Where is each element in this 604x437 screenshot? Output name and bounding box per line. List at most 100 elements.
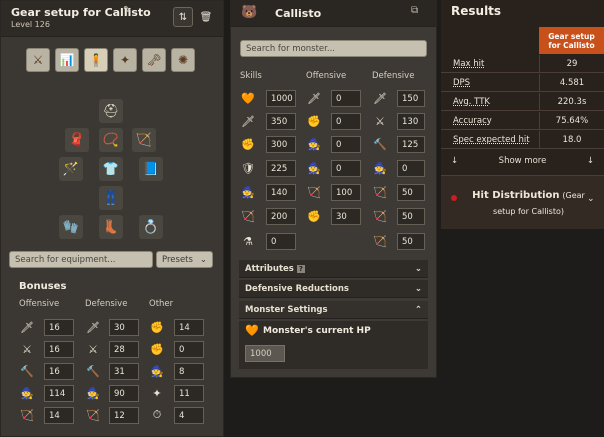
- defensive-input[interactable]: 130: [397, 113, 425, 130]
- help-icon[interactable]: ?: [296, 264, 305, 273]
- chevron-down-icon: ⌄: [199, 254, 207, 265]
- monster-search-input[interactable]: Search for monster...: [240, 40, 427, 57]
- result-row-accuracy: Accuracy 75.64%: [441, 112, 604, 130]
- loadout-icon[interactable]: ⇅: [173, 7, 193, 27]
- ring-slot-icon[interactable]: 💍: [139, 215, 163, 239]
- chevron-down-icon: ⌄: [587, 194, 595, 204]
- skill-input[interactable]: 350: [266, 113, 296, 130]
- crush-def-icon: 🔨: [86, 364, 100, 378]
- helmet-slot-icon[interactable]: ⛑: [99, 99, 123, 123]
- cape-slot-icon[interactable]: 🧣: [65, 128, 89, 152]
- defensive-reductions-accordion[interactable]: Defensive Reductions ⌄: [239, 280, 428, 298]
- show-more-button[interactable]: ↓ Show more ↓: [441, 152, 604, 170]
- bonus-value: 30: [109, 319, 139, 336]
- defensive-input[interactable]: 150: [397, 90, 425, 107]
- results-column-header: Gear setup for Callisto: [539, 27, 604, 54]
- attack-icon: 🗡: [241, 114, 255, 128]
- offensive-input[interactable]: 0: [331, 136, 361, 153]
- equipment-tab-icon[interactable]: 🧍: [84, 48, 108, 72]
- gear-tabs: ⚔ 📊 🧍 ✦ 🗝 ✺: [26, 48, 195, 72]
- stab-icon: 🗡: [20, 320, 34, 334]
- skill-input[interactable]: 0: [266, 233, 296, 250]
- offensive-input[interactable]: 0: [331, 113, 361, 130]
- offensive-input[interactable]: 100: [331, 184, 361, 201]
- bonus-value: 31: [109, 363, 139, 380]
- defensive-input[interactable]: 50: [397, 184, 425, 201]
- attributes-accordion[interactable]: Attributes ? ⌄: [239, 260, 428, 278]
- skill-input[interactable]: 140: [266, 184, 296, 201]
- result-value: 29: [539, 55, 604, 72]
- skill-input[interactable]: 225: [266, 160, 296, 177]
- prayer-icon: ✦: [152, 386, 162, 400]
- result-key[interactable]: Avg. TTK: [441, 93, 539, 110]
- bonus-value: 0: [174, 341, 204, 358]
- monster-header: 🐻 Callisto ⧉: [231, 1, 436, 27]
- defensive-input[interactable]: 50: [397, 208, 425, 225]
- external-link-icon[interactable]: ⧉: [411, 5, 418, 16]
- gear-header: Gear setup for Callisto ✎ Level 126 ⇅ 🗑: [1, 1, 223, 37]
- defensive-input[interactable]: 125: [397, 136, 425, 153]
- presets-dropdown[interactable]: Presets ⌄: [156, 251, 213, 268]
- slash-def-icon: ⚔: [88, 342, 98, 356]
- gear-panel: Gear setup for Callisto ✎ Level 126 ⇅ 🗑 …: [0, 0, 224, 437]
- defensive-input[interactable]: 0: [397, 160, 425, 177]
- arrow-down-icon: ↓: [451, 156, 459, 166]
- attributes-label: Attributes: [245, 263, 294, 274]
- boots-slot-icon[interactable]: 👢: [99, 215, 123, 239]
- bonus-col-defensive: Defensive: [85, 299, 128, 309]
- skill-input[interactable]: 300: [266, 136, 296, 153]
- body-slot-icon[interactable]: 👕: [99, 157, 123, 181]
- offensive-input[interactable]: 0: [331, 90, 361, 107]
- monster-panel: 🐻 Callisto ⧉ Search for monster... Skill…: [230, 0, 437, 378]
- equipment-search-input[interactable]: Search for equipment...: [9, 251, 153, 268]
- monster-settings-accordion[interactable]: Monster Settings ⌃: [239, 301, 428, 319]
- skills-tab-icon[interactable]: 📊: [55, 48, 79, 72]
- result-value: 220.3s: [539, 93, 604, 110]
- ranged-att-icon: 🏹: [307, 185, 321, 199]
- offensive-input[interactable]: 30: [331, 208, 361, 225]
- legs-slot-icon[interactable]: 👖: [99, 186, 123, 210]
- ammo-slot-icon[interactable]: 🏹: [132, 128, 156, 152]
- result-key[interactable]: DPS: [441, 74, 539, 91]
- options-tab-icon[interactable]: ✺: [171, 48, 195, 72]
- amulet-slot-icon[interactable]: 📿: [99, 128, 123, 152]
- gear-level: Level 126: [11, 20, 50, 29]
- combat-tab-icon[interactable]: ⚔: [26, 48, 50, 72]
- trash-icon[interactable]: 🗑: [196, 7, 216, 27]
- chevron-down-icon: ⌄: [414, 263, 422, 274]
- spellbook-tab-icon[interactable]: 🗝: [142, 48, 166, 72]
- gloves-slot-icon[interactable]: 🧤: [59, 215, 83, 239]
- defensive-input[interactable]: 50: [397, 233, 425, 250]
- stab-icon: 🗡: [307, 91, 321, 105]
- result-key[interactable]: Accuracy: [441, 112, 539, 129]
- prayer-tab-icon[interactable]: ✦: [113, 48, 137, 72]
- skill-input[interactable]: 200: [266, 208, 296, 225]
- skill-input[interactable]: 1000: [266, 90, 296, 107]
- result-key[interactable]: Max hit: [441, 55, 539, 72]
- results-panel: Results Gear setup for Callisto Max hit 2…: [441, 0, 604, 229]
- bonus-value: 14: [174, 319, 204, 336]
- shield-slot-icon[interactable]: 📘: [139, 157, 163, 181]
- bonus-value: 8: [174, 363, 204, 380]
- result-row-spec: Spec expected hit 18.0: [441, 131, 604, 149]
- hit-distribution-section[interactable]: Hit Distribution (Gear setup for Callist…: [441, 175, 604, 229]
- bonus-value: 11: [174, 385, 204, 402]
- heart-icon: 🧡: [245, 324, 259, 337]
- weapon-slot-icon[interactable]: 🪄: [59, 157, 83, 181]
- edit-icon[interactable]: ✎: [123, 5, 131, 16]
- magic-str-icon: 🧙: [307, 161, 321, 175]
- magic-att-icon: 🧙: [307, 137, 321, 151]
- ranged-light-def-icon: 🏹: [373, 185, 387, 199]
- bonus-value: 90: [109, 385, 139, 402]
- offensive-input[interactable]: 0: [331, 160, 361, 177]
- bonus-value: 114: [44, 385, 74, 402]
- crush-def-icon: 🔨: [373, 137, 387, 151]
- ranged-std-def-icon: 🏹: [373, 209, 387, 223]
- result-key[interactable]: Spec expected hit: [441, 131, 539, 148]
- ranged-icon: 🏹: [20, 408, 34, 422]
- crush-icon: 🔨: [20, 364, 34, 378]
- result-value: 18.0: [539, 131, 604, 148]
- ranged-icon: 🏹: [241, 209, 255, 223]
- monster-settings-label: Monster Settings: [245, 304, 328, 315]
- current-hp-input[interactable]: 1000: [245, 345, 285, 362]
